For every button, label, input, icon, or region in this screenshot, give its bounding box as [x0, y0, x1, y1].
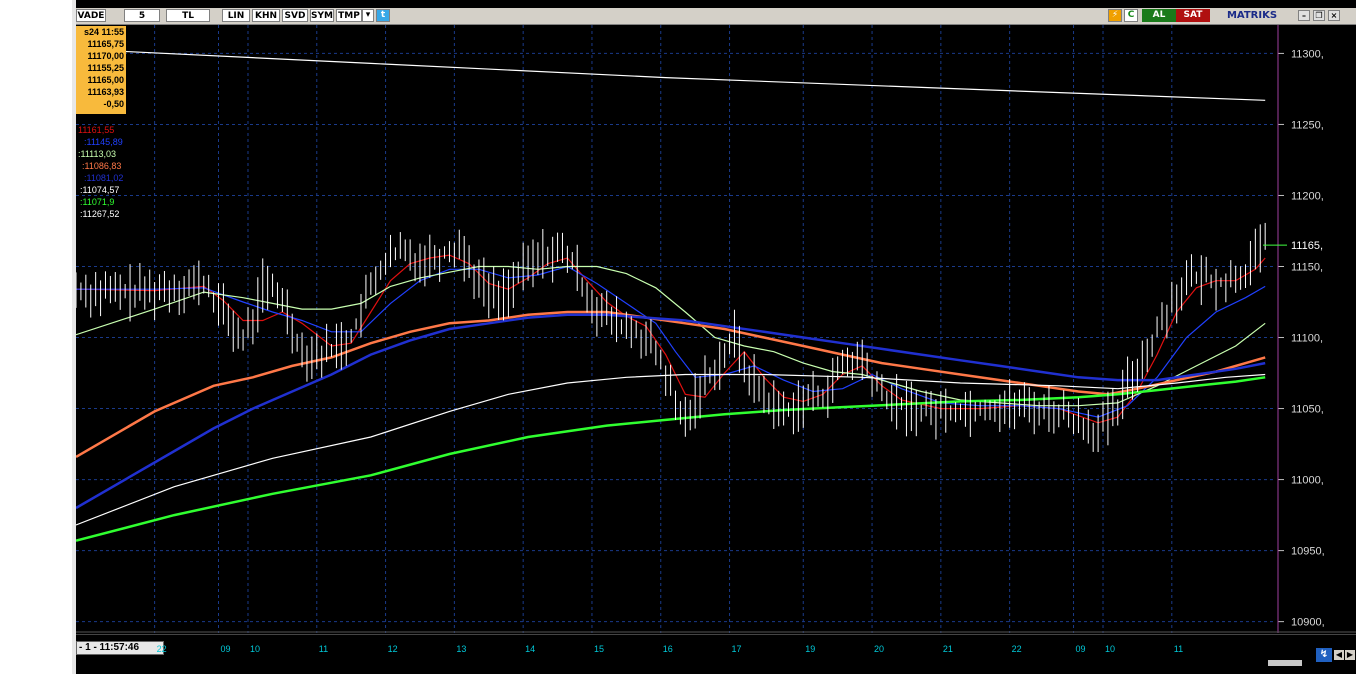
scroll-reset-icon[interactable]: ↯: [1316, 648, 1332, 662]
x-tick-label: 12: [387, 644, 398, 654]
x-tick-label: 13: [456, 644, 467, 654]
restore-icon[interactable]: ❐: [1313, 10, 1325, 21]
brand-logo: MATRIKS: [1210, 9, 1294, 22]
toolbar-svd-button[interactable]: SVD: [282, 9, 308, 22]
price-chart[interactable]: 11300, 11250, 11200, 11150, 11100, 11050, 1100…: [76, 25, 1356, 633]
toolbar-period-button[interactable]: 5: [124, 9, 160, 22]
time-axis: - 1 - 11:57:46 22 09 10 11 12 13 14 15 16 17 19 20 2…: [76, 634, 1356, 661]
y-tick-label: 11200,: [1291, 190, 1324, 202]
x-tick-label: 14: [525, 644, 536, 654]
quote-average: 11163,93: [87, 87, 124, 97]
indicator-value-1: 11161,55: [78, 125, 115, 135]
x-tick-label: 10: [1105, 644, 1116, 654]
x-tick-label: 21: [942, 644, 953, 654]
left-margin: [0, 0, 72, 674]
x-tick-label: 22: [156, 644, 167, 654]
last-price-label: 11165,: [1291, 240, 1323, 252]
x-tick-label: 17: [731, 644, 742, 654]
buy-button[interactable]: AL: [1142, 9, 1176, 22]
indicator-value-3: :11113,03: [78, 149, 117, 159]
x-tick-label: 19: [805, 644, 816, 654]
quote-close: 11165,00: [87, 75, 124, 85]
close-icon[interactable]: ×: [1328, 10, 1340, 21]
indicator-value-2: :11145,89: [84, 137, 123, 147]
scroll-left-icon[interactable]: ◀: [1334, 650, 1344, 660]
x-tick-label: 11: [318, 644, 329, 654]
lightning-icon[interactable]: ⚡: [1108, 9, 1122, 22]
y-tick-label: 10950,: [1291, 546, 1325, 558]
toolbar-khn-button[interactable]: KHN: [252, 9, 280, 22]
refresh-icon[interactable]: C: [1124, 9, 1138, 22]
y-tick-label: 11100,: [1291, 333, 1323, 345]
x-tick-label: 10: [249, 644, 260, 654]
indicator-value-7: :11071,9: [80, 197, 115, 207]
quote-time: s24 11:55: [83, 27, 124, 37]
toolbar-linear-button[interactable]: LIN: [222, 9, 250, 22]
y-tick-label: 11000,: [1291, 475, 1324, 487]
minimize-icon[interactable]: –: [1298, 10, 1310, 21]
quote-low: 11155,25: [87, 63, 124, 73]
y-tick-label: 10900,: [1291, 617, 1325, 629]
quote-high: 11170,00: [87, 51, 124, 61]
dropdown-arrow-icon[interactable]: ▾: [362, 9, 374, 22]
toolbar-currency-button[interactable]: TL: [166, 9, 210, 22]
horizontal-scrollbar[interactable]: [1268, 660, 1302, 666]
toolbar-symbol-button[interactable]: SYM: [310, 9, 334, 22]
y-tick-label: 11150,: [1291, 261, 1323, 273]
indicator-line-7: [76, 376, 1266, 542]
x-tick-label: 15: [593, 644, 604, 654]
x-tick-label: 20: [874, 644, 885, 654]
y-tick-label: 11050,: [1291, 404, 1324, 416]
indicator-value-6: :11074,57: [80, 185, 120, 195]
indicator-value-4: :11086,83: [82, 161, 122, 171]
indicator-line-8: [76, 48, 1266, 101]
chart-toolbar: VADE 5 TL LIN KHN SVD SYM TMP ▾ t ⚡ C AL…: [76, 8, 1356, 25]
indicator-value-5: :11081,02: [84, 173, 124, 183]
clock-display: - 1 - 11:57:46: [76, 641, 164, 655]
quote-open: 11165,75: [87, 39, 124, 49]
twitter-icon[interactable]: t: [376, 9, 390, 22]
sell-button[interactable]: SAT: [1176, 9, 1210, 22]
quote-box: s24 11:55 11165,75 11170,00 11155,25 111…: [76, 26, 126, 114]
chart-footer: ↯ ◀ ▶: [76, 648, 1356, 674]
x-tick-label: 11: [1173, 644, 1184, 654]
y-tick-label: 11300,: [1291, 48, 1324, 60]
y-tick-label: 11250,: [1291, 119, 1324, 131]
x-tick-label: 09: [220, 644, 231, 654]
x-tick-label: 09: [1075, 644, 1086, 654]
scroll-right-icon[interactable]: ▶: [1345, 650, 1355, 660]
x-tick-label: 22: [1011, 644, 1022, 654]
window-right-edge: [1356, 0, 1362, 674]
indicator-value-8: :11267,52: [80, 209, 120, 219]
toolbar-expiry-button[interactable]: VADE: [76, 9, 106, 22]
x-tick-label: 16: [662, 644, 673, 654]
toolbar-template-button[interactable]: TMP: [336, 9, 362, 22]
quote-change: -0,50: [103, 99, 124, 109]
